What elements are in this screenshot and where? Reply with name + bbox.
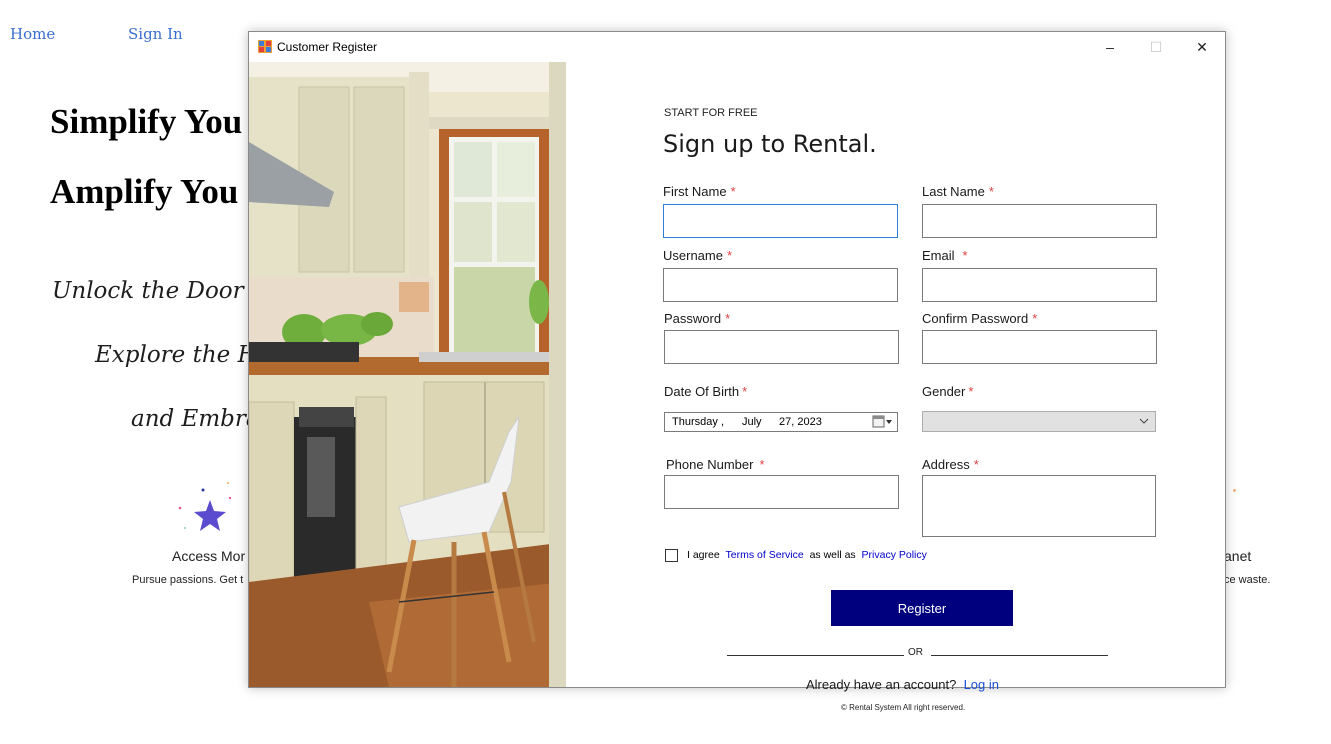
required-mark: * xyxy=(726,248,733,263)
username-label: Username * xyxy=(663,248,733,263)
hero-headline-1: Simplify You xyxy=(50,102,243,141)
dob-label: Date Of Birth * xyxy=(664,384,748,399)
feature-left-title: Access Mor xyxy=(172,548,246,564)
dob-weekday: Thursday xyxy=(672,416,718,428)
dob-sep: , xyxy=(721,416,725,428)
feature-left-desc: Pursue passions. Get t xyxy=(132,574,244,586)
agree-checkbox[interactable] xyxy=(665,549,678,562)
address-textarea[interactable] xyxy=(922,475,1156,537)
nav-sign-in-link[interactable]: Sign In xyxy=(128,25,183,43)
gender-select[interactable] xyxy=(922,411,1156,432)
required-mark: * xyxy=(730,184,736,199)
last-name-label: Last Name * xyxy=(922,184,994,199)
password-label: Password * xyxy=(664,311,731,326)
already-text: Already have an account? xyxy=(806,677,957,692)
agree-text: I agree Terms of Service as well as Priv… xyxy=(687,549,927,561)
email-label: Email * xyxy=(922,248,968,263)
feature-right-title: anet xyxy=(1224,548,1252,564)
nav-home-link[interactable]: Home xyxy=(10,25,55,43)
dob-date-picker[interactable]: Thursday , July 27, 2023 xyxy=(664,412,898,432)
feature-right-desc: ce waste. xyxy=(1224,574,1271,586)
password-input[interactable] xyxy=(664,330,899,364)
copyright-text: © Rental System All right reserved. xyxy=(841,703,966,712)
required-mark: * xyxy=(968,384,974,399)
title-bar[interactable]: Customer Register – ☐ ✕ xyxy=(249,32,1225,62)
phone-label: Phone Number * xyxy=(666,457,765,472)
customer-register-window: Customer Register – ☐ ✕ START FOR FREE S… xyxy=(248,31,1226,712)
or-text: OR xyxy=(908,647,923,658)
app-icon xyxy=(258,40,272,53)
gender-label: Gender * xyxy=(922,384,974,399)
hero-tagline-2: Explore the Ho xyxy=(95,342,272,368)
agree-middle: as well as xyxy=(809,549,856,561)
email-input[interactable] xyxy=(922,268,1157,302)
kitchen-photo xyxy=(249,62,566,687)
star-sparkle-icon xyxy=(178,481,232,531)
confirm-password-label: Confirm Password * xyxy=(922,311,1038,326)
divider-right xyxy=(931,655,1108,656)
maximize-button: ☐ xyxy=(1149,38,1163,55)
dob-month: July xyxy=(742,416,762,428)
window-title: Customer Register xyxy=(277,40,378,54)
first-name-input[interactable] xyxy=(663,204,898,238)
already-have-account: Already have an account? Log in xyxy=(806,677,999,692)
terms-of-service-link[interactable]: Terms of Service xyxy=(726,549,804,561)
required-mark: * xyxy=(742,384,748,399)
hero-headline-2: Amplify You xyxy=(50,172,239,211)
minimize-button[interactable]: – xyxy=(1087,32,1133,62)
log-in-link[interactable]: Log in xyxy=(964,677,999,692)
register-button[interactable]: Register xyxy=(831,590,1013,626)
privacy-policy-link[interactable]: Privacy Policy xyxy=(862,549,927,561)
register-form: START FOR FREE Sign up to Rental. First … xyxy=(566,62,1225,712)
required-mark: * xyxy=(725,311,731,326)
required-mark: * xyxy=(759,457,765,472)
sparkle-dot-icon xyxy=(1233,489,1236,492)
start-for-free-label: START FOR FREE xyxy=(664,107,758,119)
required-mark: * xyxy=(962,248,968,263)
close-button[interactable]: ✕ xyxy=(1179,32,1225,62)
last-name-input[interactable] xyxy=(922,204,1157,238)
required-mark: * xyxy=(988,184,994,199)
hero-tagline-3: and Embra xyxy=(131,406,260,432)
divider-left xyxy=(727,655,904,656)
address-label: Address * xyxy=(922,457,979,472)
calendar-dropdown-icon[interactable] xyxy=(872,415,894,429)
first-name-label: First Name * xyxy=(663,184,736,199)
confirm-password-input[interactable] xyxy=(922,330,1157,364)
dob-day-year: 27, 2023 xyxy=(779,416,822,428)
chevron-down-icon xyxy=(1139,418,1149,424)
form-heading: Sign up to Rental. xyxy=(663,130,877,158)
agree-prefix: I agree xyxy=(687,549,720,561)
required-mark: * xyxy=(1032,311,1038,326)
required-mark: * xyxy=(973,457,979,472)
hero-tagline-1: Unlock the Door to xyxy=(52,278,275,304)
username-input[interactable] xyxy=(663,268,898,302)
phone-input[interactable] xyxy=(664,475,899,509)
